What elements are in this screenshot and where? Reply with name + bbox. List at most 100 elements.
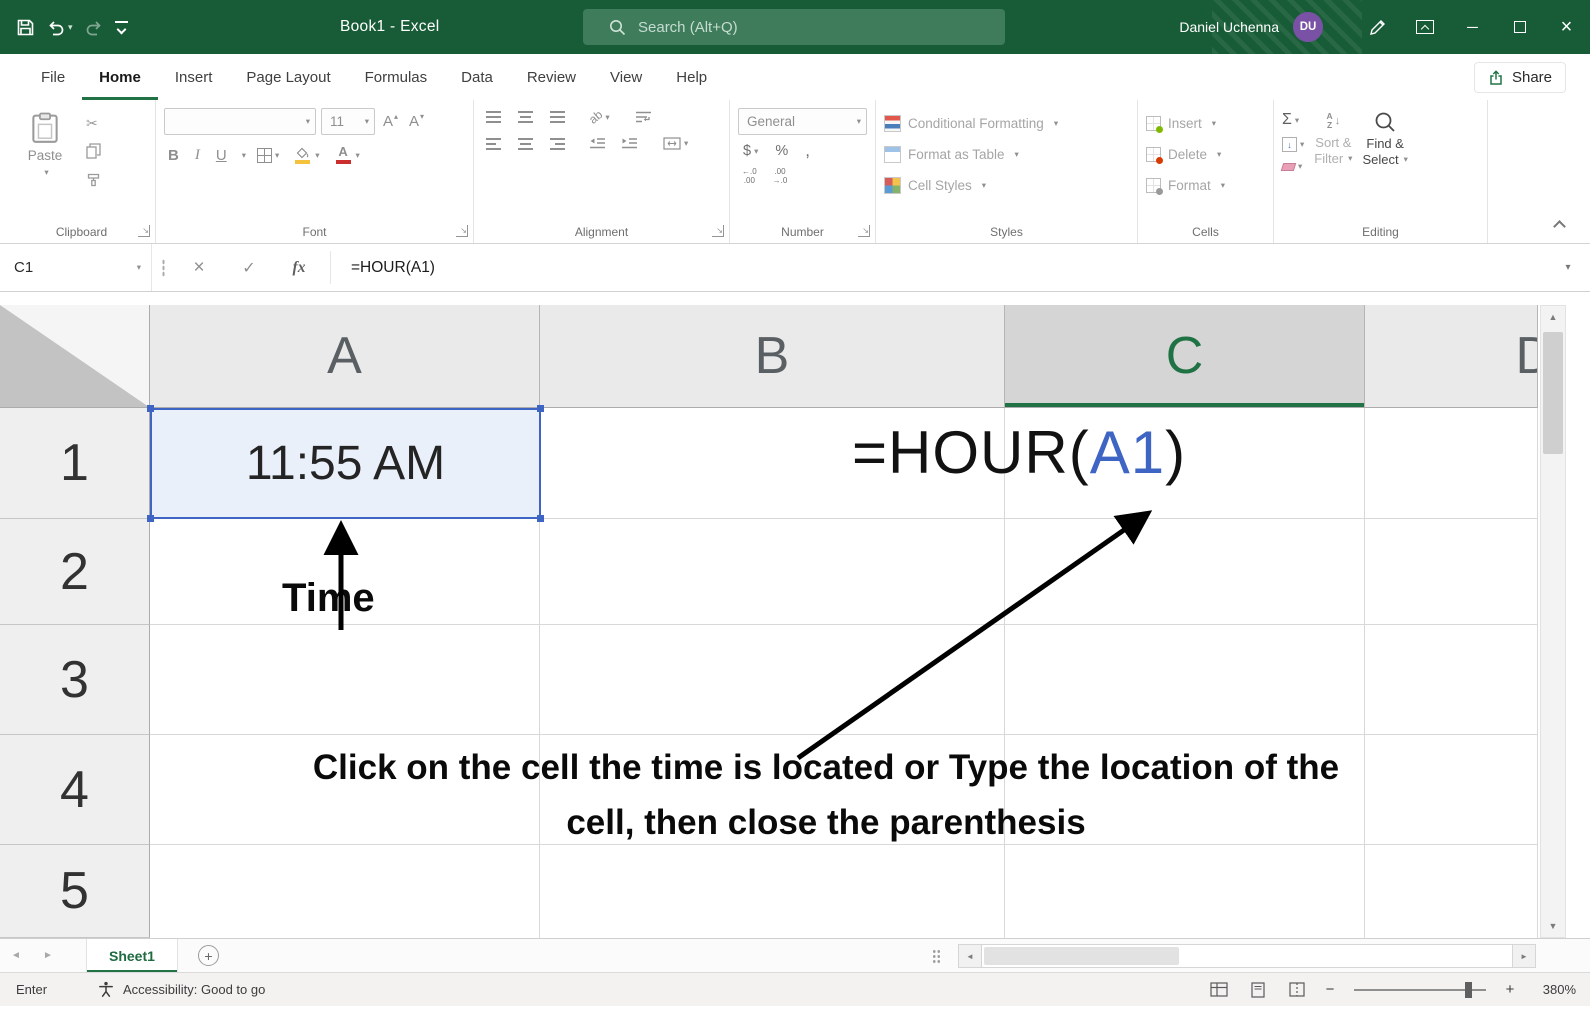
font-size-combo[interactable]: 11 ▾	[321, 108, 375, 135]
tab-file[interactable]: File	[24, 54, 82, 100]
search-bar[interactable]	[583, 9, 1005, 45]
save-button[interactable]	[16, 18, 35, 37]
user-name[interactable]: Daniel Uchenna	[1179, 19, 1279, 35]
page-layout-view-button[interactable]	[1245, 978, 1271, 1002]
tab-view[interactable]: View	[593, 54, 659, 100]
normal-view-button[interactable]	[1206, 978, 1232, 1002]
tab-data[interactable]: Data	[444, 54, 510, 100]
clipboard-dialog-launcher[interactable]: ↘	[138, 225, 150, 237]
feedback-pen-button[interactable]	[1353, 0, 1401, 54]
avatar[interactable]: DU	[1293, 12, 1323, 42]
tab-bar-grip-icon[interactable]	[932, 949, 941, 963]
scroll-left-button[interactable]: ◄	[958, 944, 982, 968]
cell-c1-formula[interactable]: =HOUR(A1)	[852, 418, 1186, 487]
grow-font-button[interactable]: A▴	[380, 113, 401, 130]
wrap-text-button[interactable]	[632, 108, 655, 126]
scroll-down-button[interactable]: ▼	[1541, 915, 1565, 937]
row-header-5[interactable]: 5	[0, 845, 150, 938]
tab-formulas[interactable]: Formulas	[348, 54, 445, 100]
customize-quick-access-button[interactable]	[115, 21, 128, 33]
column-header-b[interactable]: B	[540, 305, 1005, 408]
zoom-slider[interactable]	[1354, 989, 1486, 991]
selection-handle[interactable]	[147, 515, 154, 522]
alignment-dialog-launcher[interactable]: ↘	[712, 225, 724, 237]
accessibility-checker[interactable]: Accessibility: Good to go	[98, 981, 265, 998]
borders-button[interactable]: ▾	[254, 146, 282, 165]
collapse-ribbon-button[interactable]	[1553, 220, 1566, 233]
search-input[interactable]	[638, 19, 938, 36]
vertical-scrollbar[interactable]: ▲ ▼	[1540, 305, 1566, 938]
format-painter-button[interactable]	[86, 173, 101, 191]
orientation-button[interactable]: ab▾	[586, 108, 613, 126]
increase-indent-button[interactable]	[618, 135, 641, 152]
font-name-combo[interactable]: ▾	[164, 108, 316, 135]
bold-button[interactable]: B	[164, 147, 183, 164]
insert-function-button[interactable]: fx	[274, 244, 324, 291]
middle-align-button[interactable]	[514, 109, 537, 125]
horizontal-scrollbar[interactable]: ◄ ►	[958, 944, 1536, 968]
column-header-d[interactable]: D	[1365, 305, 1538, 408]
conditional-formatting-button[interactable]: Conditional Formatting ▾	[884, 108, 1129, 139]
delete-cells-button[interactable]: Delete ▾	[1146, 139, 1265, 170]
page-break-preview-button[interactable]	[1284, 978, 1310, 1002]
percent-style-button[interactable]: %	[770, 143, 793, 159]
vertical-scrollbar-thumb[interactable]	[1543, 332, 1563, 454]
underline-button[interactable]: U	[212, 147, 231, 164]
tab-help[interactable]: Help	[659, 54, 724, 100]
italic-button[interactable]: I	[191, 147, 204, 164]
select-all-corner[interactable]	[0, 305, 150, 408]
format-cells-button[interactable]: Format ▾	[1146, 170, 1265, 201]
share-button[interactable]: Share	[1474, 62, 1566, 93]
center-button[interactable]	[514, 136, 537, 152]
horizontal-scrollbar-thumb[interactable]	[984, 947, 1179, 965]
column-header-a[interactable]: A	[150, 305, 540, 408]
align-left-button[interactable]	[482, 136, 505, 152]
undo-button[interactable]: ▾	[47, 19, 73, 36]
expand-formula-bar-button[interactable]: ▾	[1546, 244, 1590, 291]
confirm-entry-button[interactable]: ✓	[224, 244, 274, 291]
fill-button[interactable]: ↓▾	[1282, 137, 1304, 152]
formula-input[interactable]: =HOUR(A1)	[337, 244, 1546, 291]
previous-sheet-button[interactable]: ◄	[0, 950, 32, 961]
decrease-decimal-button[interactable]: .00→.0	[769, 167, 792, 185]
clear-button[interactable]: ▾	[1282, 161, 1304, 172]
tab-home[interactable]: Home	[82, 54, 158, 100]
tab-page-layout[interactable]: Page Layout	[229, 54, 347, 100]
scroll-right-button[interactable]: ►	[1512, 944, 1536, 968]
tab-review[interactable]: Review	[510, 54, 593, 100]
format-as-table-button[interactable]: Format as Table ▾	[884, 139, 1129, 170]
row-header-4[interactable]: 4	[0, 735, 150, 845]
align-right-button[interactable]	[546, 136, 569, 152]
bottom-align-button[interactable]	[546, 109, 569, 125]
selection-handle[interactable]	[537, 405, 544, 412]
number-format-combo[interactable]: General ▾	[738, 108, 867, 135]
zoom-in-button[interactable]: +	[1503, 981, 1517, 998]
cut-button[interactable]: ✂	[86, 115, 98, 132]
minimize-button[interactable]: ─	[1449, 0, 1496, 54]
close-button[interactable]: ×	[1543, 0, 1590, 54]
fill-color-button[interactable]: ▾	[290, 145, 322, 166]
increase-decimal-button[interactable]: ←.0.00	[738, 167, 761, 185]
cancel-entry-button[interactable]: ×	[174, 244, 224, 291]
accounting-format-button[interactable]: $▾	[738, 143, 763, 159]
tab-insert[interactable]: Insert	[158, 54, 230, 100]
decrease-indent-button[interactable]	[586, 135, 609, 152]
number-dialog-launcher[interactable]: ↘	[858, 225, 870, 237]
name-box[interactable]: C1 ▾	[0, 244, 152, 291]
new-sheet-button[interactable]: +	[198, 945, 219, 966]
paste-button[interactable]: Paste ▾	[16, 108, 74, 219]
maximize-button[interactable]	[1496, 0, 1543, 54]
formula-bar-resizer[interactable]	[152, 244, 174, 291]
font-color-button[interactable]: A ▾	[331, 144, 363, 166]
column-header-c[interactable]: C	[1005, 305, 1365, 408]
next-sheet-button[interactable]: ►	[32, 950, 64, 961]
merge-center-button[interactable]: ▾	[660, 135, 691, 152]
font-dialog-launcher[interactable]: ↘	[456, 225, 468, 237]
shrink-font-button[interactable]: A▾	[406, 113, 427, 130]
horizontal-scrollbar-track[interactable]	[982, 944, 1512, 968]
sort-filter-button[interactable]: AZ ↓ Sort & Filter▾	[1314, 108, 1352, 172]
sheet-tab-sheet1[interactable]: Sheet1	[86, 939, 178, 972]
row-header-3[interactable]: 3	[0, 625, 150, 735]
selection-handle[interactable]	[537, 515, 544, 522]
row-header-2[interactable]: 2	[0, 519, 150, 625]
